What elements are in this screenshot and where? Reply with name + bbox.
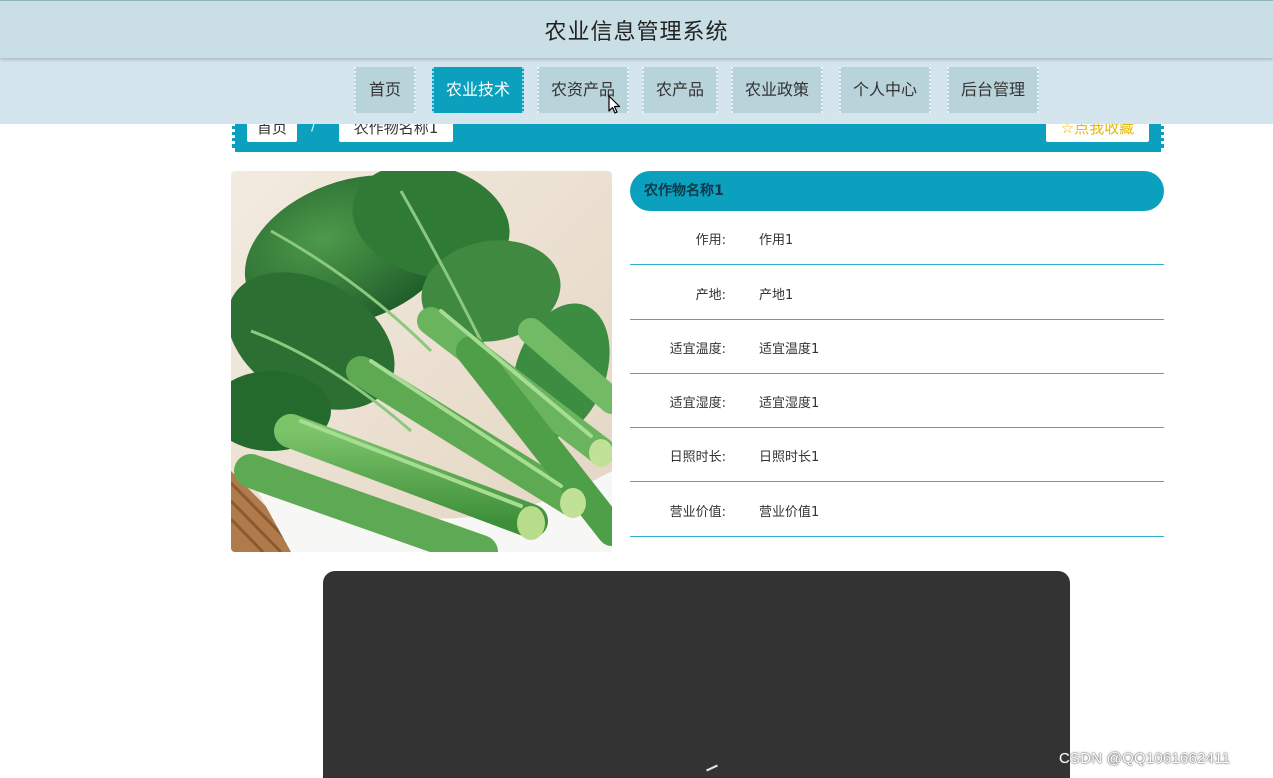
site-title: 农业信息管理系统 [544, 20, 729, 45]
nav-item-home[interactable]: 首页 [354, 67, 416, 113]
mouse-cursor-icon [608, 95, 621, 114]
detail-row-humidity: 适宜湿度: 适宜湿度1 [630, 374, 1164, 428]
detail-row-origin: 产地: 产地1 [630, 266, 1164, 320]
product-image [231, 171, 612, 552]
detail-row-temperature: 适宜温度: 适宜温度1 [630, 320, 1164, 374]
detail-value: 产地1 [759, 288, 794, 303]
watermark: CSDN @QQ1061662411 [1059, 750, 1231, 767]
detail-row-sunlight: 日照时长: 日照时长1 [630, 428, 1164, 482]
detail-label: 日照时长: [669, 450, 726, 465]
nav-item-agri-policy[interactable]: 农业政策 [731, 67, 823, 113]
nav-item-agri-products[interactable]: 农产品 [642, 67, 718, 113]
vegetable-illustration [231, 171, 612, 552]
nav-item-agri-tech[interactable]: 农业技术 [432, 67, 524, 113]
detail-value: 作用1 [759, 233, 794, 248]
detail-row-function: 作用: 作用1 [630, 211, 1164, 265]
video-player[interactable] [323, 571, 1070, 778]
detail-label: 适宜湿度: [669, 396, 726, 411]
detail-label: 作用: [695, 233, 726, 248]
loading-mark-icon [706, 764, 718, 772]
detail-value: 日照时长1 [759, 450, 820, 465]
detail-value: 适宜温度1 [759, 342, 820, 357]
header-bar: 农业信息管理系统 [0, 0, 1273, 58]
detail-label: 营业价值: [669, 505, 726, 520]
nav-item-admin[interactable]: 后台管理 [947, 67, 1039, 113]
detail-value: 营业价值1 [759, 505, 820, 520]
detail-row-value: 营业价值: 营业价值1 [630, 483, 1164, 537]
main-nav: 首页 农业技术 农资产品 农产品 农业政策 个人中心 后台管理 [0, 58, 1273, 124]
detail-label: 产地: [695, 288, 726, 303]
crop-name-header: 农作物名称1 [630, 171, 1164, 211]
nav-item-personal-center[interactable]: 个人中心 [839, 67, 931, 113]
detail-value: 适宜湿度1 [759, 396, 820, 411]
detail-label: 适宜温度: [669, 342, 726, 357]
